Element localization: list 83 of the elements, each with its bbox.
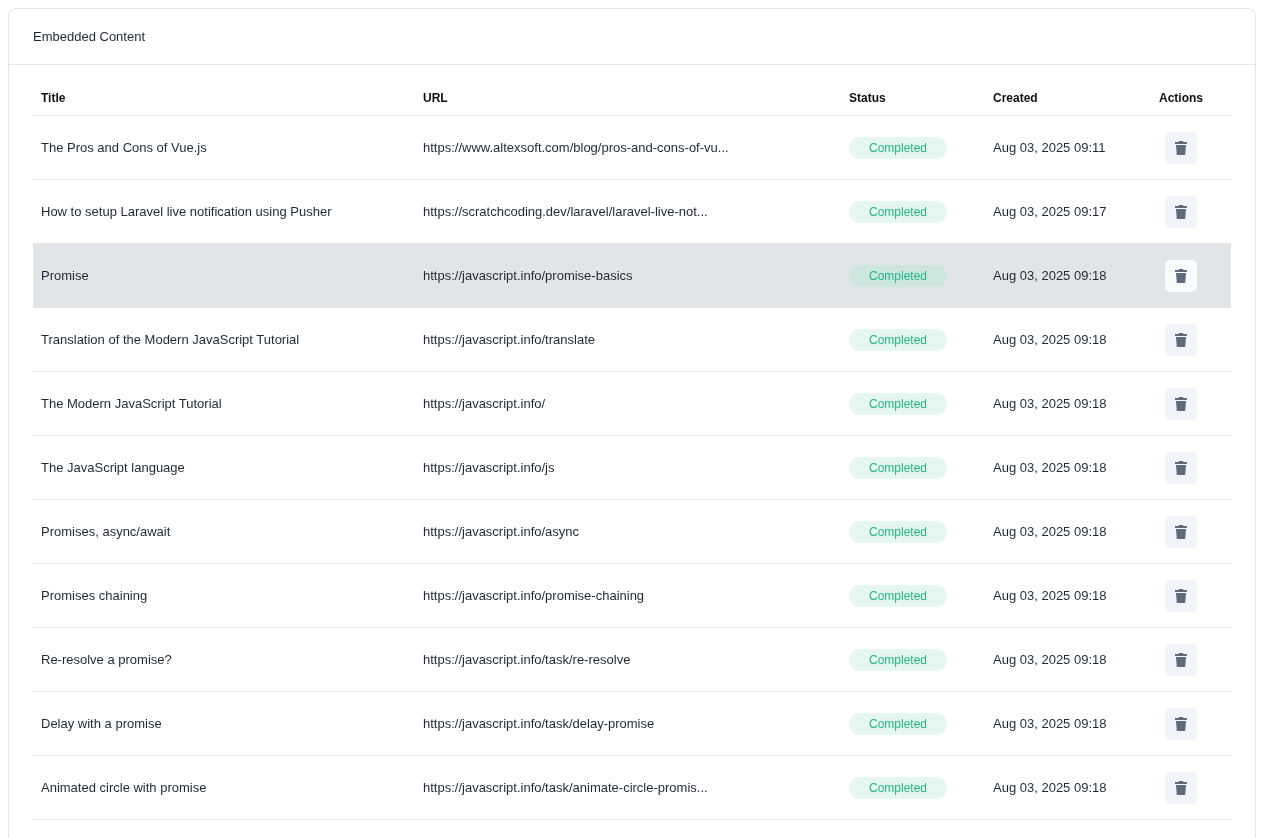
title-cell: Animated circle with promise [33, 755, 415, 820]
trash-icon [1175, 140, 1187, 155]
table-row[interactable]: Promises, async/await https://javascript.info/async Completed Aug 03, 2025 09:18 [33, 499, 1231, 564]
url-cell: https://javascript.info/promise-basics [415, 243, 841, 308]
status-badge: Completed [849, 584, 948, 607]
title-cell: How to setup Laravel live notification using Pusher [33, 179, 415, 244]
status-badge: Completed [849, 136, 948, 159]
title-cell: The Modern JavaScript Tutorial [33, 371, 415, 436]
url-cell: https://javascript.info/translate [415, 307, 841, 372]
card-title: Embedded Content [33, 29, 146, 44]
delete-button[interactable] [1165, 259, 1197, 292]
trash-icon [1175, 332, 1187, 347]
url-cell: https://javascript.info/promise-chaining [415, 563, 841, 628]
trash-icon [1175, 716, 1187, 731]
status-badge: Completed [849, 328, 948, 351]
date-cell: Aug 03, 2025 09:18 [985, 371, 1131, 436]
url-cell: https://javascript.info/task/animate-circle-promis... [415, 755, 841, 820]
date-cell: Aug 03, 2025 09:17 [985, 179, 1131, 244]
trash-icon [1175, 780, 1187, 795]
delete-button[interactable] [1165, 195, 1197, 228]
delete-button[interactable] [1165, 515, 1197, 548]
table-row[interactable]: The Pros and Cons of Vue.js https://www.altexsoft.com/blog/pros-and-cons-of-vu... Completed Aug 03, 2025 09:11 [33, 115, 1231, 180]
table-row[interactable]: Re-resolve a promise? https://javascript.info/task/re-resolve Completed Aug 03, 2025 09:18 [33, 627, 1231, 692]
status-badge: Completed [849, 456, 948, 479]
status-badge: Completed [849, 200, 948, 223]
trash-icon [1175, 268, 1187, 283]
date-cell: Aug 03, 2025 09:18 [985, 499, 1131, 564]
table-row[interactable]: Promise https://javascript.info/promise-basics Completed Aug 03, 2025 09:18 [33, 243, 1231, 308]
title-cell: Delay with a promise [33, 691, 415, 756]
table-row[interactable]: The JavaScript language https://javascript.info/js Completed Aug 03, 2025 09:18 [33, 435, 1231, 500]
title-cell: Promise [33, 243, 415, 308]
delete-button[interactable] [1165, 579, 1197, 612]
delete-button[interactable] [1165, 131, 1197, 164]
date-cell: Aug 03, 2025 09:18 [985, 627, 1131, 692]
status-badge: Completed [849, 392, 948, 415]
status-badge: Completed [849, 712, 948, 735]
date-cell: Aug 03, 2025 09:18 [985, 691, 1131, 756]
date-cell: Aug 03, 2025 09:18 [985, 563, 1131, 628]
title-cell: The Pros and Cons of Vue.js [33, 115, 415, 180]
delete-button[interactable] [1165, 323, 1197, 356]
delete-button[interactable] [1165, 707, 1197, 740]
url-cell: https://www.altexsoft.com/blog/pros-and-cons-of-vu... [415, 115, 841, 180]
table-row[interactable]: Promises chaining https://javascript.info/promise-chaining Completed Aug 03, 2025 09:18 [33, 563, 1231, 628]
url-cell: https://scratchcoding.dev/laravel/laravel-live-not... [415, 179, 841, 244]
trash-icon [1175, 396, 1187, 411]
trash-icon [1175, 588, 1187, 603]
title-cell: Promises chaining [33, 563, 415, 628]
date-cell: Aug 03, 2025 09:18 [985, 307, 1131, 372]
url-cell: https://javascript.info/js [415, 435, 841, 500]
column-header: Created [985, 81, 1131, 116]
table-row[interactable]: Translation of the Modern JavaScript Tutorial https://javascript.info/translate Completed Aug 03, 2025 09:18 [33, 307, 1231, 372]
title-cell: Promises, async/await [33, 499, 415, 564]
delete-button[interactable] [1165, 387, 1197, 420]
column-header: Status [841, 81, 985, 116]
url-cell: https://javascript.info/ [415, 371, 841, 436]
delete-button[interactable] [1165, 771, 1197, 804]
table-row[interactable]: How to setup Laravel live notification using Pusher https://scratchcoding.dev/laravel/laravel-live-not... Completed Aug 03, 2025 09:17 [33, 179, 1231, 244]
status-badge: Completed [849, 776, 948, 799]
status-badge: Completed [849, 648, 948, 671]
date-cell: Aug 03, 2025 09:18 [985, 243, 1131, 308]
table-row[interactable]: The Modern JavaScript Tutorial https://javascript.info/ Completed Aug 03, 2025 09:18 [33, 371, 1231, 436]
delete-button[interactable] [1165, 451, 1197, 484]
url-cell: https://javascript.info/task/delay-promise [415, 691, 841, 756]
trash-icon [1175, 652, 1187, 667]
url-cell: https://javascript.info/async [415, 499, 841, 564]
column-header: URL [415, 81, 841, 116]
title-cell: Re-resolve a promise? [33, 627, 415, 692]
title-cell: Translation of the Modern JavaScript Tutorial [33, 307, 415, 372]
delete-button[interactable] [1165, 643, 1197, 676]
title-cell: The JavaScript language [33, 435, 415, 500]
trash-icon [1175, 460, 1187, 475]
column-header: Title [33, 81, 415, 116]
status-badge: Completed [849, 520, 948, 543]
table-row[interactable]: Animated circle with promise https://javascript.info/task/animate-circle-promis... Completed Aug 03, 2025 09:18 [33, 755, 1231, 820]
column-header: Actions [1131, 81, 1231, 116]
trash-icon [1175, 524, 1187, 539]
status-badge: Completed [849, 264, 948, 287]
date-cell: Aug 03, 2025 09:18 [985, 435, 1131, 500]
date-cell: Aug 03, 2025 09:11 [985, 115, 1131, 180]
url-cell: https://javascript.info/task/re-resolve [415, 627, 841, 692]
date-cell: Aug 03, 2025 09:18 [985, 755, 1131, 820]
trash-icon [1175, 204, 1187, 219]
table-row[interactable]: Delay with a promise https://javascript.info/task/delay-promise Completed Aug 03, 2025 09:18 [33, 691, 1231, 756]
